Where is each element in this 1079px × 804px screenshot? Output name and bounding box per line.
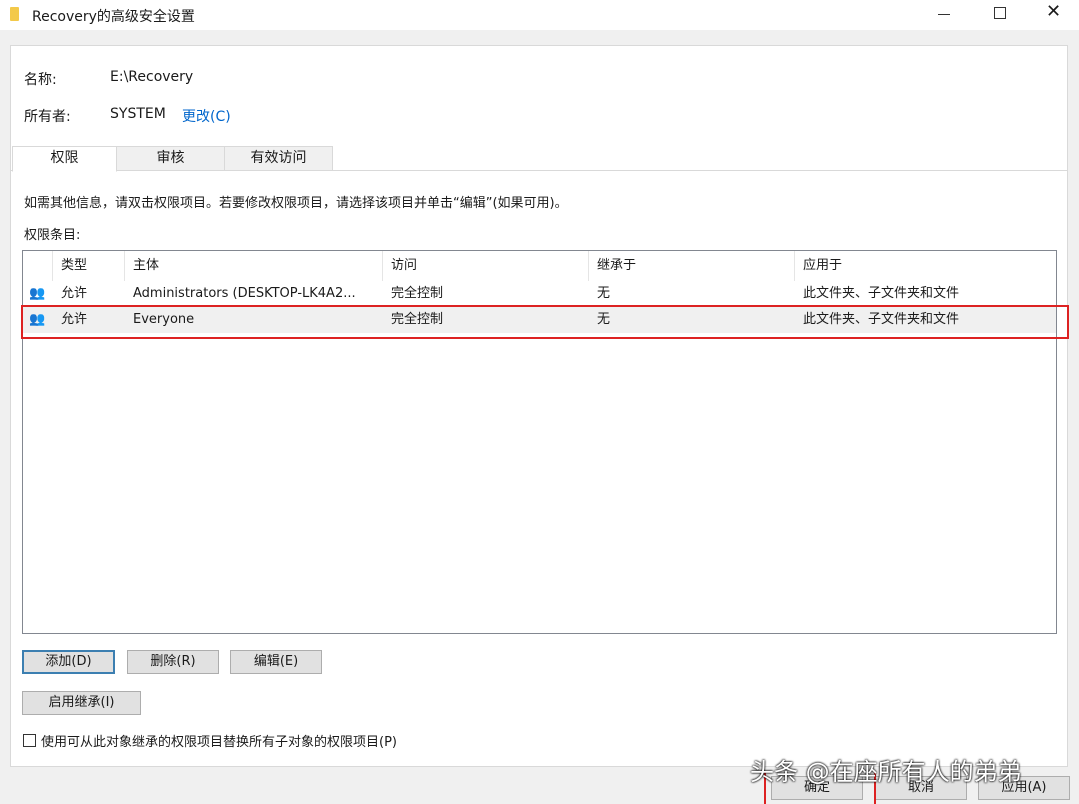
- replace-checkbox-label[interactable]: 使用可从此对象继承的权限项目替换所有子对象的权限项目(P): [41, 731, 397, 750]
- remove-button[interactable]: 删除(R): [127, 650, 219, 674]
- window-title: Recovery的高级安全设置: [32, 6, 195, 26]
- users-icon: 👥: [29, 281, 45, 307]
- entries-label: 权限条目:: [24, 224, 80, 243]
- owner-value: SYSTEM: [110, 106, 166, 122]
- column-access[interactable]: 访问: [383, 251, 589, 281]
- folder-icon: [10, 7, 19, 21]
- enable-inheritance-button[interactable]: 启用继承(I): [22, 691, 141, 715]
- tab-permissions[interactable]: 权限: [12, 146, 117, 172]
- change-owner-link[interactable]: 更改(C): [182, 106, 231, 126]
- column-type[interactable]: 类型: [53, 251, 125, 281]
- highlight-box: [21, 305, 1069, 339]
- tab-auditing[interactable]: 审核: [116, 146, 225, 171]
- title-bar: Recovery的高级安全设置 ✕: [0, 0, 1079, 30]
- add-button[interactable]: 添加(D): [22, 650, 115, 674]
- column-applies-to[interactable]: 应用于: [795, 251, 1056, 281]
- close-button[interactable]: ✕: [1046, 1, 1061, 22]
- watermark: 头条 @在座所有人的弟弟: [750, 752, 1022, 787]
- column-principal[interactable]: 主体: [125, 251, 383, 281]
- column-inherited-from[interactable]: 继承于: [589, 251, 795, 281]
- instruction-text: 如需其他信息，请双击权限项目。若要修改权限项目，请选择该项目并单击“编辑”(如果…: [24, 192, 568, 211]
- tab-effective-access[interactable]: 有效访问: [224, 146, 333, 171]
- table-row[interactable]: 👥 允许 Administrators (DESKTOP-LK4A2... 完全…: [23, 281, 1056, 307]
- name-value: E:\Recovery: [110, 69, 193, 85]
- maximize-button[interactable]: [994, 7, 1006, 19]
- minimize-button[interactable]: [938, 14, 950, 15]
- owner-label: 所有者:: [24, 106, 71, 126]
- replace-checkbox[interactable]: [23, 734, 36, 747]
- edit-button[interactable]: 编辑(E): [230, 650, 322, 674]
- name-label: 名称:: [24, 69, 57, 89]
